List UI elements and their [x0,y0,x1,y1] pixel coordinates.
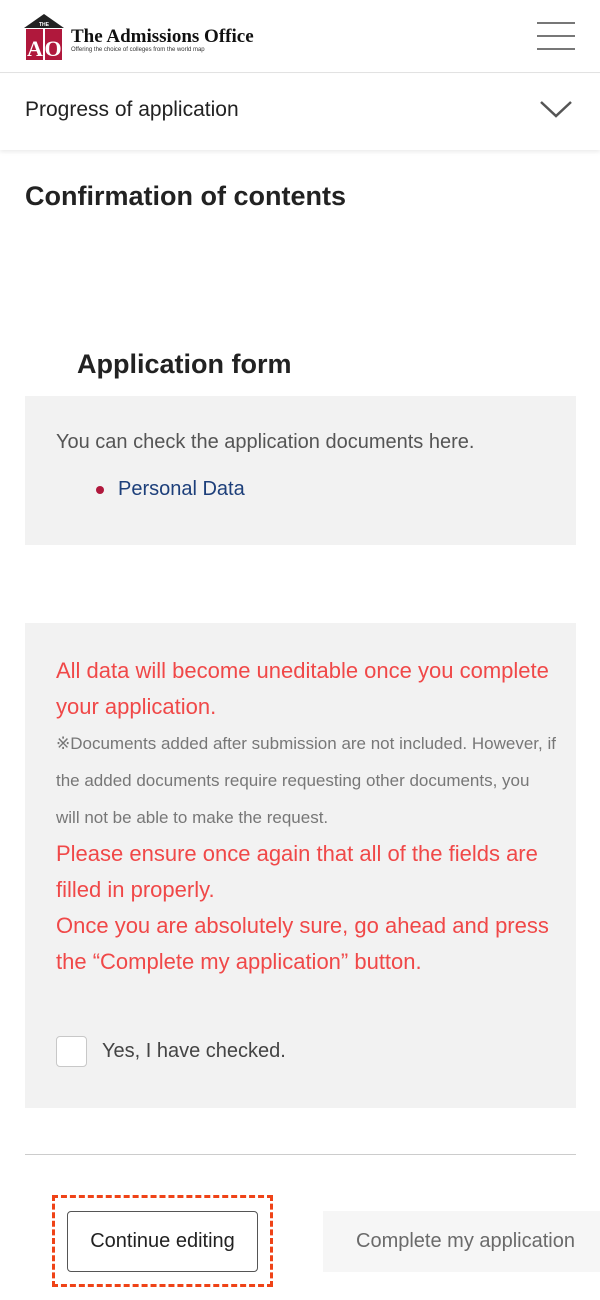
menu-line-icon [537,22,575,24]
check-fields-warning-text: Please ensure once again that all of the… [56,841,538,902]
divider [25,1154,576,1155]
hamburger-menu-button[interactable] [535,18,577,54]
progress-accordion[interactable]: Progress of application [0,74,600,150]
site-logo[interactable]: THE A O [24,14,64,61]
confirmation-warning-panel: All data will become uneditable once you… [25,623,576,1108]
brand-tagline: Offering the choice of colleges from the… [71,47,205,53]
application-documents-panel: You can check the application documents … [25,396,576,545]
press-button-instruction-text: Once you are absolutely sure, go ahead a… [56,913,549,974]
brand-title[interactable]: The Admissions Office [71,26,254,48]
logo-icon: THE A O [24,14,64,61]
application-form-title: Application form [77,349,292,379]
site-header: THE A O The Admissions Office Offering t… [0,0,600,73]
svg-text:O: O [44,36,61,60]
bullet-icon [96,485,104,494]
page-title: Confirmation of contents [25,181,346,211]
uneditable-warning-text: All data will become uneditable once you… [56,658,549,719]
personal-data-link[interactable]: Personal Data [118,478,245,501]
svg-text:A: A [27,36,43,60]
submission-note-text: ※Documents added after submission are no… [56,734,556,827]
complete-application-button[interactable]: Complete my application [323,1211,600,1272]
confirmation-checkbox-label: Yes, I have checked. [102,1040,286,1062]
continue-editing-button[interactable]: Continue editing [67,1211,258,1272]
document-list-item: Personal Data [96,478,245,501]
documents-intro-text: You can check the application documents … [56,431,475,453]
confirmation-checkbox-row[interactable]: Yes, I have checked. [56,1036,286,1067]
chevron-down-icon [540,101,572,118]
menu-line-icon [537,35,575,37]
logo-top-text: THE [39,22,50,28]
confirmation-checkbox[interactable] [56,1036,87,1067]
menu-line-icon [537,48,575,50]
progress-label: Progress of application [25,98,239,121]
